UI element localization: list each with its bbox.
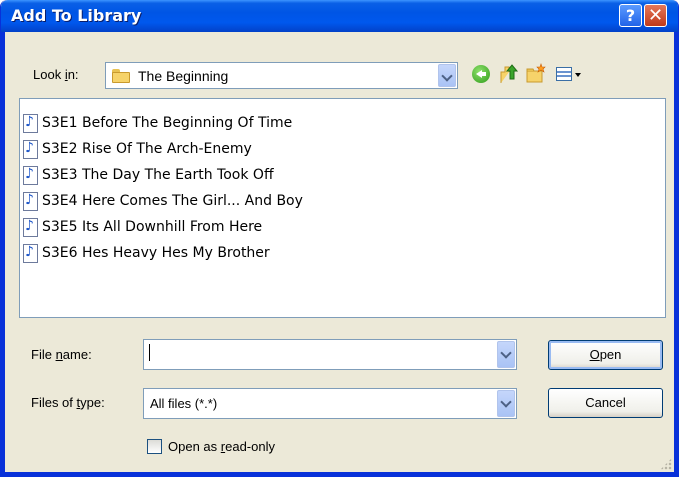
- list-item[interactable]: S3E1 Before The Beginning Of Time: [23, 113, 663, 135]
- text-caret: [149, 344, 150, 361]
- window-frame-right: [674, 32, 678, 476]
- window-frame-bottom: [1, 472, 678, 476]
- title-bar[interactable]: Add To Library ? ✕: [1, 0, 678, 32]
- list-item[interactable]: S3E6 Hes Heavy Hes My Brother: [23, 243, 663, 265]
- window-title: Add To Library: [11, 6, 142, 25]
- look-in-dropdown[interactable]: The Beginning: [105, 62, 458, 89]
- back-icon[interactable]: [470, 63, 492, 85]
- audio-file-icon: [23, 140, 38, 159]
- file-name-field[interactable]: [143, 339, 517, 370]
- audio-file-icon: [23, 244, 38, 263]
- chevron-down-icon[interactable]: [438, 64, 456, 87]
- audio-file-icon: [23, 192, 38, 211]
- open-as-read-only-checkbox[interactable]: [147, 439, 162, 454]
- list-item[interactable]: S3E4 Here Comes The Girl... And Boy: [23, 191, 663, 213]
- folder-icon: [112, 69, 130, 83]
- audio-file-icon: [23, 218, 38, 237]
- open-button[interactable]: Open: [548, 340, 663, 370]
- look-in-value: The Beginning: [138, 68, 229, 84]
- file-type-value: All files (*.*): [150, 396, 218, 411]
- file-type-label: Files of type:: [31, 395, 105, 410]
- audio-file-icon: [23, 166, 38, 185]
- audio-file-icon: [23, 114, 38, 133]
- look-in-label: Look in:: [33, 67, 79, 82]
- file-type-dropdown[interactable]: All files (*.*): [143, 388, 517, 419]
- chevron-down-icon[interactable]: [497, 390, 515, 417]
- chevron-down-icon[interactable]: [497, 341, 515, 368]
- list-item[interactable]: S3E2 Rise Of The Arch-Enemy: [23, 139, 663, 161]
- add-to-library-dialog: Add To Library ? ✕ Look in: The Beginnin…: [0, 0, 679, 477]
- close-button[interactable]: ✕: [644, 4, 667, 27]
- help-button[interactable]: ?: [619, 4, 642, 27]
- file-name-label: File name:: [31, 347, 92, 362]
- list-item[interactable]: S3E5 Its All Downhill From Here: [23, 217, 663, 239]
- up-one-level-icon[interactable]: [498, 63, 520, 85]
- list-item[interactable]: S3E3 The Day The Earth Took Off: [23, 165, 663, 187]
- open-as-read-only-label[interactable]: Open as read-only: [168, 439, 275, 454]
- cancel-button[interactable]: Cancel: [548, 388, 663, 418]
- file-list[interactable]: S3E1 Before The Beginning Of Time S3E2 R…: [19, 98, 666, 318]
- new-folder-icon[interactable]: [525, 63, 547, 85]
- resize-grip[interactable]: [660, 458, 672, 470]
- window-frame-left: [1, 32, 5, 476]
- views-menu-icon[interactable]: [554, 63, 586, 85]
